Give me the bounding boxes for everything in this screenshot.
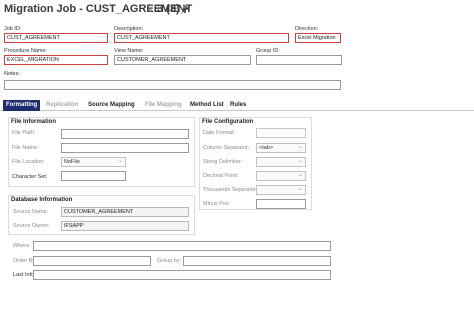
chevron-down-icon[interactable]: ∨ (147, 4, 154, 15)
source-owner-label: Source Owner: (13, 223, 50, 229)
file-name-field[interactable] (61, 143, 189, 153)
file-path-label: File Path: (12, 130, 36, 136)
decimal-point-select[interactable]: ⌄ (256, 171, 306, 181)
tab-formatting[interactable]: Formatting (3, 100, 41, 111)
column-separator-value: <tab> (259, 145, 274, 151)
file-information-title: File Information (11, 119, 56, 125)
column-separator-select[interactable]: <tab> ⌄ (256, 143, 306, 153)
group-by-label: Group by: (157, 258, 182, 264)
character-set-label: Character Set: (12, 174, 48, 180)
thousands-separator-select[interactable]: ⌄ (256, 185, 306, 195)
file-path-field[interactable] (61, 129, 189, 139)
tab-method-list[interactable]: Method List (190, 100, 224, 111)
file-location-select[interactable]: NoFile ⌄ (61, 157, 126, 167)
notes-label: Notes: (4, 71, 20, 77)
file-location-label: File Location: (12, 159, 45, 165)
order-by-field[interactable] (33, 256, 151, 266)
view-name-field[interactable]: CUSTOMER_AGREEMENT (114, 55, 251, 65)
procedure-name-label: Procedure Name: (4, 48, 48, 54)
character-set-field[interactable] (61, 171, 126, 181)
chevron-down-icon: ⌄ (297, 158, 303, 164)
pin-icon[interactable]: 🖈 (180, 3, 189, 20)
where-label: Where: (13, 243, 31, 249)
thousands-separator-label: Thousands Separator: (203, 187, 258, 193)
description-label: Description: (114, 26, 144, 32)
chevron-down-icon: ⌄ (297, 144, 303, 150)
source-name-label: Source Name: (13, 209, 49, 215)
where-field[interactable] (33, 241, 331, 251)
date-format-field[interactable] (256, 128, 306, 138)
file-configuration-title: File Configuration (202, 119, 254, 125)
notes-field[interactable] (4, 80, 341, 90)
view-name-label: View Name: (114, 48, 144, 54)
direction-field[interactable]: Excel Migration (295, 33, 341, 43)
direction-label: Direction: (295, 26, 319, 32)
job-id-field[interactable]: CUST_AGREEMENT (4, 33, 108, 43)
record-count: 3 (3) (157, 3, 180, 15)
database-information-title: Database Information (11, 197, 73, 203)
group-id-label: Group ID: (256, 48, 280, 54)
chevron-down-icon: ⌄ (297, 186, 303, 192)
file-name-label: File Name: (12, 145, 39, 151)
string-delimiter-select[interactable]: ⌄ (256, 157, 306, 167)
source-name-field[interactable]: CUSTOMER_AGREEMENT (61, 207, 189, 217)
column-separator-label: Column Separator: (203, 145, 250, 151)
tab-rules[interactable]: Rules (230, 100, 246, 111)
tab-file-mapping[interactable]: File Mapping (145, 100, 182, 111)
last-info-field[interactable] (33, 270, 331, 280)
chevron-down-icon: ⌄ (297, 172, 303, 178)
minus-pos-label: Minus Pos: (203, 201, 231, 207)
tab-source-mapping[interactable]: Source Mapping (88, 100, 135, 111)
string-delimiter-label: String Delimiter: (203, 159, 243, 165)
file-location-value: NoFile (64, 159, 80, 165)
decimal-point-label: Decimal Point: (203, 173, 239, 179)
minus-pos-field[interactable] (256, 199, 306, 209)
date-format-label: Date Format: (203, 130, 236, 136)
tab-replication[interactable]: Replication (46, 100, 78, 111)
group-id-field[interactable] (256, 55, 342, 65)
job-id-label: Job ID: (4, 26, 22, 32)
procedure-name-field[interactable]: EXCEL_MIGRATION (4, 55, 108, 65)
description-field[interactable]: CUST_AGREEMENT (114, 33, 289, 43)
source-owner-field[interactable]: IFSAPP (61, 221, 189, 231)
chevron-down-icon: ⌄ (117, 158, 123, 164)
group-by-field[interactable] (183, 256, 331, 266)
